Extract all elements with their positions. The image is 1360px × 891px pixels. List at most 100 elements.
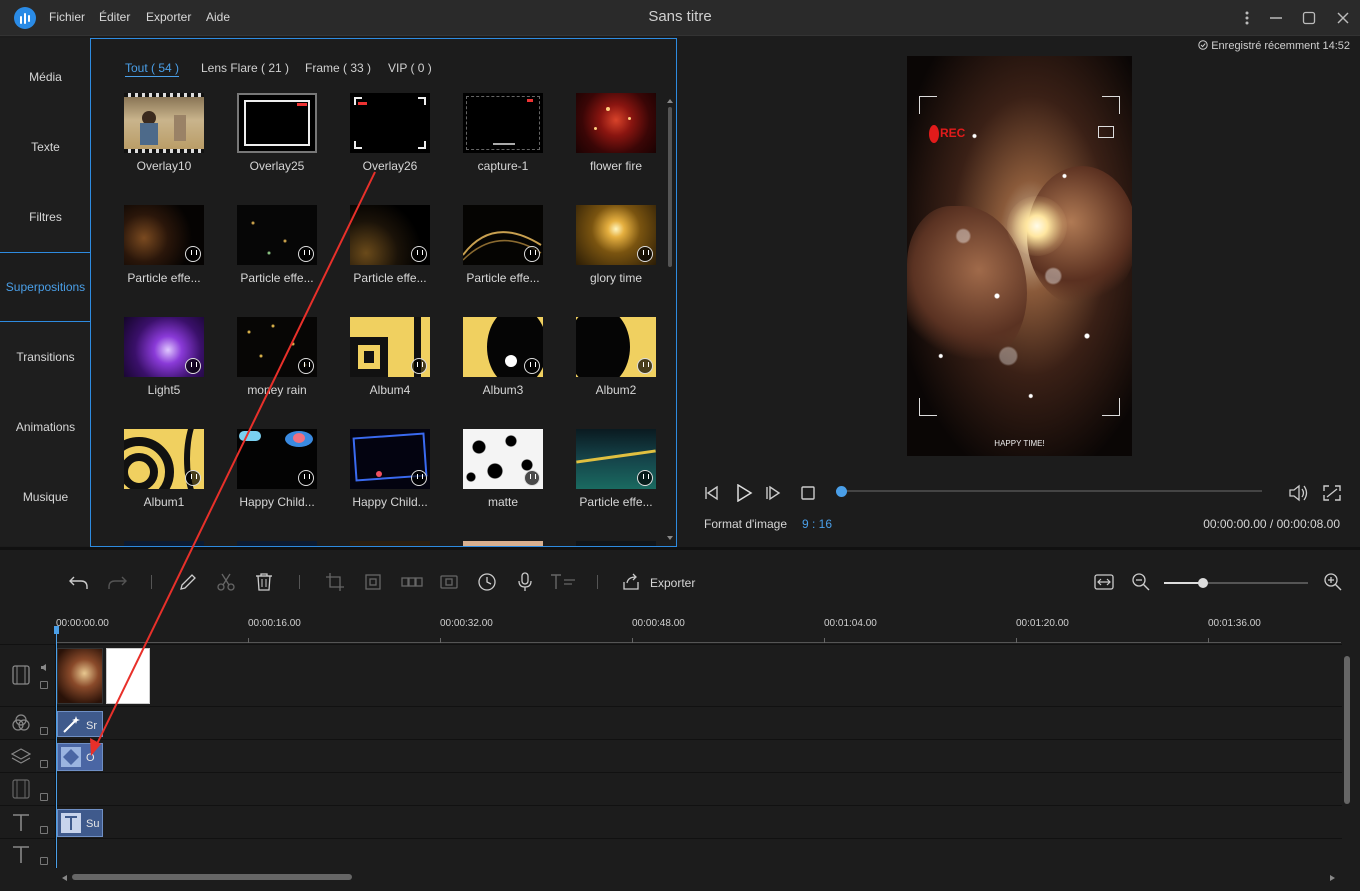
timeline-horizontal-scrollbar[interactable] — [72, 874, 352, 880]
overlay-thumbnail[interactable]: Happy Child... — [227, 429, 327, 529]
overlay-thumbnail[interactable]: Album4 — [340, 317, 440, 417]
playback-scrubber[interactable] — [836, 486, 847, 497]
edit-pencil-icon[interactable] — [178, 572, 198, 592]
overlay-thumbnail[interactable]: glory time — [566, 205, 666, 305]
overlay-thumbnail[interactable]: Overlay10 — [114, 93, 214, 193]
menu-aide[interactable]: Aide — [206, 10, 230, 24]
export-button[interactable]: Exporter — [650, 576, 695, 590]
download-icon[interactable] — [637, 470, 653, 486]
text-clip[interactable]: Su — [57, 809, 103, 837]
text-to-speech-icon[interactable] — [550, 572, 575, 592]
download-icon[interactable] — [298, 358, 314, 374]
tab-tout[interactable]: Tout ( 54 ) — [125, 61, 180, 77]
sidebar-item-transitions[interactable]: Transitions — [0, 322, 91, 392]
overlay-thumbnail[interactable]: Particle effe... — [227, 205, 327, 305]
scroll-up-icon[interactable] — [667, 99, 673, 103]
overlay-thumbnail[interactable]: money rain — [227, 317, 327, 417]
undo-icon[interactable] — [68, 572, 88, 592]
overlay-thumbnail[interactable]: Album3 — [453, 317, 553, 417]
menu-editer[interactable]: Éditer — [99, 10, 130, 24]
volume-icon[interactable] — [1288, 484, 1308, 502]
minimize-icon[interactable] — [1266, 8, 1286, 28]
tab-vip[interactable]: VIP ( 0 ) — [388, 61, 432, 75]
close-icon[interactable] — [1333, 8, 1353, 28]
scroll-right-icon[interactable] — [1330, 875, 1335, 881]
download-icon[interactable] — [411, 358, 427, 374]
next-frame-icon[interactable] — [764, 484, 784, 502]
download-icon[interactable] — [298, 470, 314, 486]
filter-clip[interactable]: Sr — [57, 711, 103, 737]
lock-icon[interactable] — [40, 681, 48, 689]
aspect-ratio-value[interactable]: 9 : 16 — [802, 517, 832, 531]
play-icon[interactable] — [734, 483, 754, 503]
lock-icon[interactable] — [40, 793, 48, 801]
overlay-thumbnail[interactable]: capture-1 — [453, 93, 553, 193]
speaker-icon[interactable] — [40, 663, 50, 672]
cut-icon[interactable] — [216, 572, 236, 592]
lock-icon[interactable] — [40, 857, 48, 865]
download-icon[interactable] — [637, 246, 653, 262]
download-icon[interactable] — [411, 470, 427, 486]
playhead-handle[interactable] — [54, 626, 59, 634]
microphone-icon[interactable] — [515, 572, 535, 592]
crop-icon[interactable] — [325, 572, 345, 592]
overlay-thumbnail[interactable]: Particle effe... — [340, 205, 440, 305]
export-icon[interactable] — [621, 572, 641, 592]
lock-icon[interactable] — [40, 727, 48, 735]
overlay-thumbnail[interactable]: Happy Child... — [340, 429, 440, 529]
download-icon[interactable] — [185, 470, 201, 486]
download-icon[interactable] — [185, 246, 201, 262]
download-icon[interactable] — [298, 246, 314, 262]
maximize-icon[interactable] — [1299, 8, 1319, 28]
sidebar-item-texte[interactable]: Texte — [0, 112, 91, 182]
overlay-thumbnail[interactable]: matte — [453, 429, 553, 529]
timeline-vertical-scrollbar[interactable] — [1344, 656, 1350, 804]
scroll-down-icon[interactable] — [667, 536, 673, 540]
sidebar-item-superpositions[interactable]: Superpositions — [0, 252, 91, 322]
lock-icon[interactable] — [40, 826, 48, 834]
lock-icon[interactable] — [40, 760, 48, 768]
tab-frame[interactable]: Frame ( 33 ) — [305, 61, 371, 75]
download-icon[interactable] — [185, 358, 201, 374]
scroll-left-icon[interactable] — [62, 875, 67, 881]
freeze-frame-icon[interactable] — [439, 572, 459, 592]
overlay-thumbnail[interactable]: Overlay25 — [227, 93, 327, 193]
video-clip[interactable] — [106, 648, 150, 704]
menu-fichier[interactable]: Fichier — [49, 10, 85, 24]
zoom-in-icon[interactable] — [1323, 572, 1343, 592]
tab-lens-flare[interactable]: Lens Flare ( 21 ) — [201, 61, 289, 75]
library-scrollbar[interactable] — [668, 107, 672, 267]
overlay-thumbnail[interactable]: Album2 — [566, 317, 666, 417]
video-clip[interactable] — [57, 648, 103, 704]
playback-progress-bar[interactable] — [836, 490, 1262, 492]
overlay-thumbnail[interactable]: Light5 — [114, 317, 214, 417]
sidebar-item-filtres[interactable]: Filtres — [0, 182, 91, 252]
overlay-thumbnail[interactable]: flower fire — [566, 93, 666, 193]
download-icon[interactable] — [524, 358, 540, 374]
fullscreen-icon[interactable] — [1322, 484, 1342, 502]
redo-icon[interactable] — [106, 572, 127, 592]
overlay-thumbnail[interactable]: Album1 — [114, 429, 214, 529]
prev-frame-icon[interactable] — [702, 484, 722, 502]
overlay-thumbnail[interactable]: Overlay26 — [340, 93, 440, 193]
delete-icon[interactable] — [254, 572, 274, 592]
mosaic-icon[interactable] — [401, 572, 423, 592]
overlay-clip[interactable]: O — [57, 743, 103, 771]
zoom-crop-icon[interactable] — [363, 572, 383, 592]
sidebar-item-musique[interactable]: Musique — [0, 462, 91, 532]
overlay-thumbnail[interactable]: Particle effe... — [566, 429, 666, 529]
zoom-slider-handle[interactable] — [1198, 578, 1208, 588]
download-icon[interactable] — [524, 246, 540, 262]
fit-timeline-icon[interactable] — [1094, 572, 1114, 592]
download-icon[interactable] — [524, 470, 540, 486]
speed-clock-icon[interactable] — [477, 572, 497, 592]
sidebar-item-media[interactable]: Média — [0, 42, 91, 112]
more-options-icon[interactable] — [1237, 8, 1257, 28]
playhead[interactable] — [56, 630, 57, 868]
overlay-thumbnail[interactable]: Particle effe... — [453, 205, 553, 305]
stop-icon[interactable] — [799, 484, 819, 502]
timeline-ruler[interactable]: 00:00:00.00 00:00:16.00 00:00:32.00 00:0… — [0, 612, 1360, 644]
overlay-thumbnail[interactable]: Particle effe... — [114, 205, 214, 305]
menu-exporter[interactable]: Exporter — [146, 10, 191, 24]
download-icon[interactable] — [411, 246, 427, 262]
